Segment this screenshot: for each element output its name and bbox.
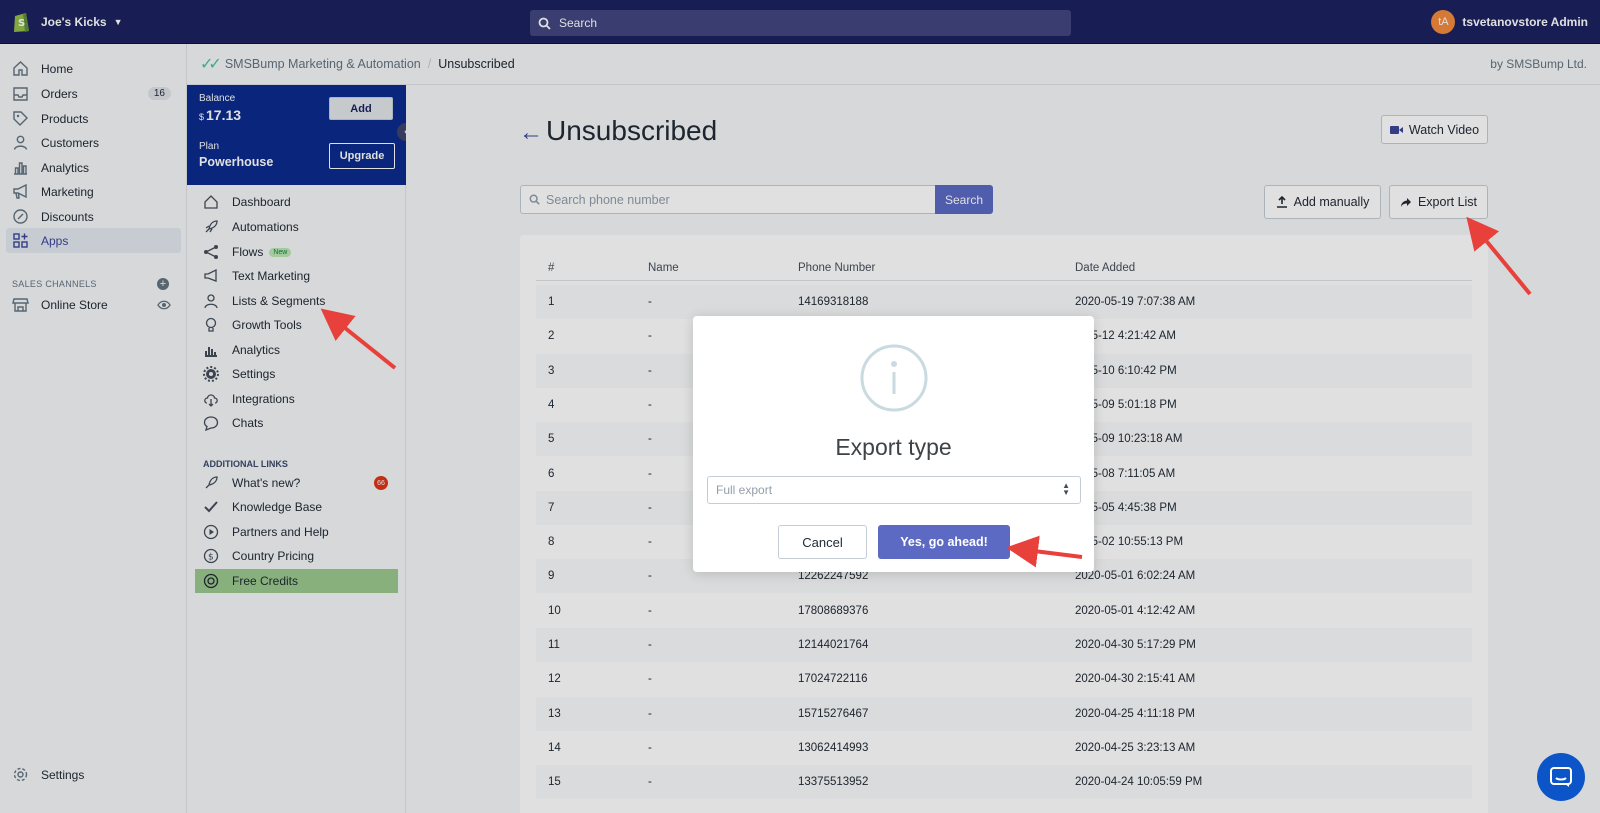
- confirm-export-button[interactable]: Yes, go ahead!: [878, 525, 1010, 559]
- info-icon: [860, 344, 928, 412]
- modal-title: Export type: [835, 434, 952, 460]
- export-type-modal: Export type Full export ▲ ▼ Cancel Yes, g…: [693, 316, 1094, 572]
- select-arrows-icon: ▲ ▼: [1062, 481, 1070, 497]
- support-chat-button[interactable]: [1537, 753, 1585, 801]
- chat-icon: [1550, 767, 1572, 787]
- export-type-select[interactable]: Full export ▲ ▼: [707, 476, 1081, 504]
- cancel-button[interactable]: Cancel: [778, 525, 867, 559]
- select-value: Full export: [716, 483, 773, 497]
